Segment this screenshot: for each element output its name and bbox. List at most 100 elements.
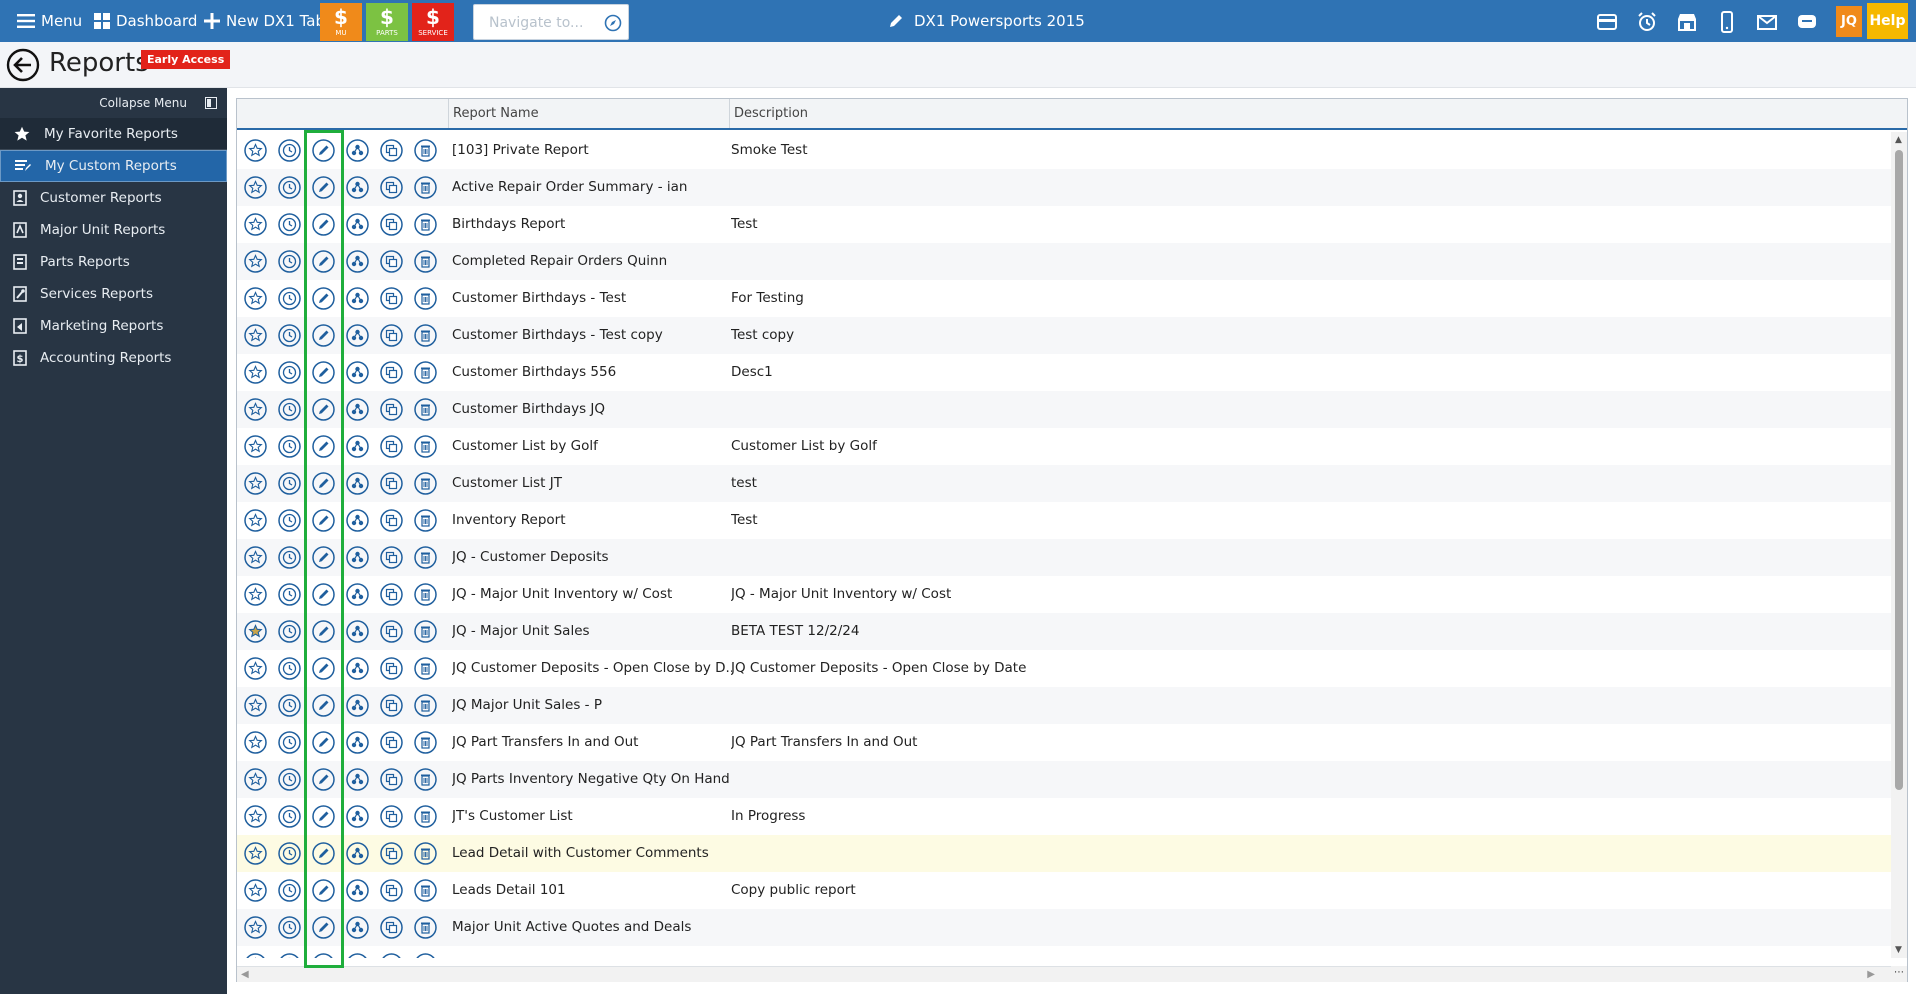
report-name-cell[interactable]: Completed Repair Orders Quinn <box>452 243 732 280</box>
schedule-icon[interactable] <box>277 175 302 200</box>
report-name-cell[interactable]: Customer List JT <box>452 465 732 502</box>
edit-icon[interactable] <box>311 249 336 274</box>
report-name-cell[interactable]: Customer List by Golf <box>452 428 732 465</box>
copy-icon[interactable] <box>379 545 404 570</box>
delete-icon[interactable] <box>413 360 438 385</box>
favorite-icon[interactable] <box>243 804 268 829</box>
schedule-icon[interactable] <box>277 138 302 163</box>
dashboard-button[interactable]: Dashboard <box>94 0 197 42</box>
share-icon[interactable] <box>345 286 370 311</box>
edit-icon[interactable] <box>311 286 336 311</box>
report-name-cell[interactable]: Customer Birthdays JQ <box>452 391 732 428</box>
copy-icon[interactable] <box>379 878 404 903</box>
table-row[interactable]: JT's Customer List In Progress <box>237 798 1891 835</box>
delete-icon[interactable] <box>413 175 438 200</box>
schedule-icon[interactable] <box>277 212 302 237</box>
table-row[interactable]: JQ Customer Deposits - Open Close by D..… <box>237 650 1891 687</box>
copy-icon[interactable] <box>379 841 404 866</box>
share-icon[interactable] <box>345 952 370 958</box>
delete-icon[interactable] <box>413 804 438 829</box>
sidebar-item-custom-reports[interactable]: My Custom Reports <box>0 150 227 182</box>
copy-icon[interactable] <box>379 582 404 607</box>
schedule-icon[interactable] <box>277 434 302 459</box>
edit-icon[interactable] <box>311 619 336 644</box>
delete-icon[interactable] <box>413 841 438 866</box>
report-name-cell[interactable]: Leads Detail 101 <box>452 872 732 909</box>
schedule-icon[interactable] <box>277 249 302 274</box>
schedule-icon[interactable] <box>277 841 302 866</box>
schedule-icon[interactable] <box>277 693 302 718</box>
copy-icon[interactable] <box>379 767 404 792</box>
delete-icon[interactable] <box>413 249 438 274</box>
share-icon[interactable] <box>345 545 370 570</box>
report-name-cell[interactable]: JT's Customer List <box>452 798 732 835</box>
table-row[interactable]: Active Repair Order Summary - ian <box>237 169 1891 206</box>
scroll-right-icon[interactable]: ▶ <box>1867 969 1875 980</box>
delete-icon[interactable] <box>413 730 438 755</box>
schedule-icon[interactable] <box>277 360 302 385</box>
table-row[interactable]: Lead Detail with Customer Comments <box>237 835 1891 872</box>
table-row[interactable]: JQ - Major Unit Sales BETA TEST 12/2/24 <box>237 613 1891 650</box>
favorite-icon[interactable] <box>243 915 268 940</box>
copy-icon[interactable] <box>379 656 404 681</box>
favorite-icon[interactable] <box>243 360 268 385</box>
report-name-cell[interactable]: Inventory Report <box>452 502 732 539</box>
share-icon[interactable] <box>345 471 370 496</box>
schedule-icon[interactable] <box>277 471 302 496</box>
report-name-cell[interactable]: JQ Parts Inventory Negative Qty On Hand <box>452 761 732 798</box>
parts-tile-button[interactable]: $ PARTS <box>366 3 408 41</box>
favorite-icon[interactable] <box>243 545 268 570</box>
report-name-cell[interactable]: Major Unit Active Quotes and Deals <box>452 909 732 946</box>
copy-icon[interactable] <box>379 471 404 496</box>
schedule-icon[interactable] <box>277 397 302 422</box>
sidebar-item-services-reports[interactable]: Services Reports <box>0 278 227 310</box>
compass-icon[interactable] <box>604 14 622 32</box>
share-icon[interactable] <box>345 138 370 163</box>
mobile-phone-icon[interactable] <box>1716 11 1738 33</box>
edit-icon[interactable] <box>311 138 336 163</box>
edit-icon[interactable] <box>311 878 336 903</box>
favorite-icon[interactable] <box>243 878 268 903</box>
delete-icon[interactable] <box>413 952 438 958</box>
sidebar-item-marketing-reports[interactable]: Marketing Reports <box>0 310 227 342</box>
share-icon[interactable] <box>345 619 370 644</box>
delete-icon[interactable] <box>413 878 438 903</box>
scrollbar-thumb[interactable] <box>1895 150 1903 790</box>
copy-icon[interactable] <box>379 138 404 163</box>
copy-icon[interactable] <box>379 434 404 459</box>
favorite-icon[interactable] <box>243 841 268 866</box>
column-header-report-name[interactable]: Report Name <box>448 99 729 128</box>
schedule-icon[interactable] <box>277 656 302 681</box>
copy-icon[interactable] <box>379 693 404 718</box>
table-row[interactable]: Major Unit Active Quotes and Deals <box>237 909 1891 946</box>
edit-icon[interactable] <box>311 582 336 607</box>
report-name-cell[interactable]: Major Unit Sales - Jan 317-1 <box>452 946 732 958</box>
alarm-clock-icon[interactable] <box>1636 11 1658 33</box>
report-name-cell[interactable]: Customer Birthdays - Test copy <box>452 317 732 354</box>
copy-icon[interactable] <box>379 323 404 348</box>
edit-icon[interactable] <box>311 323 336 348</box>
edit-icon[interactable] <box>311 730 336 755</box>
share-icon[interactable] <box>345 804 370 829</box>
delete-icon[interactable] <box>413 138 438 163</box>
scroll-left-icon[interactable]: ◀ <box>241 969 249 980</box>
schedule-icon[interactable] <box>277 582 302 607</box>
edit-icon[interactable] <box>311 656 336 681</box>
scroll-up-icon[interactable]: ▲ <box>1895 135 1902 145</box>
table-row[interactable]: JQ - Customer Deposits <box>237 539 1891 576</box>
schedule-icon[interactable] <box>277 545 302 570</box>
share-icon[interactable] <box>345 656 370 681</box>
edit-icon[interactable] <box>311 952 336 958</box>
share-icon[interactable] <box>345 767 370 792</box>
copy-icon[interactable] <box>379 286 404 311</box>
share-icon[interactable] <box>345 323 370 348</box>
table-row[interactable]: Completed Repair Orders Quinn <box>237 243 1891 280</box>
share-icon[interactable] <box>345 397 370 422</box>
favorite-icon[interactable] <box>243 397 268 422</box>
delete-icon[interactable] <box>413 767 438 792</box>
copy-icon[interactable] <box>379 952 404 958</box>
share-icon[interactable] <box>345 212 370 237</box>
schedule-icon[interactable] <box>277 804 302 829</box>
share-icon[interactable] <box>345 730 370 755</box>
copy-icon[interactable] <box>379 508 404 533</box>
